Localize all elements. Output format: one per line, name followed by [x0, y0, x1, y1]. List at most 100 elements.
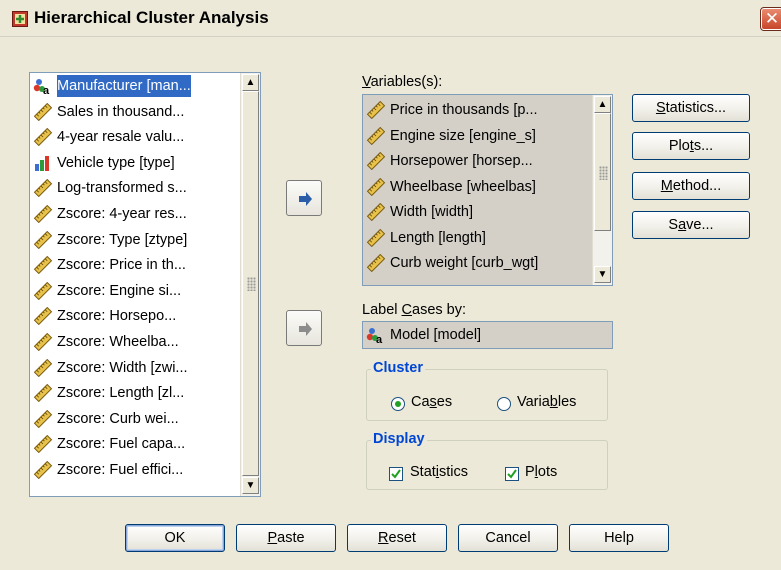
- paste-button[interactable]: Paste: [236, 524, 336, 552]
- list-item[interactable]: Zscore: Price in th...: [33, 254, 186, 276]
- variables-list[interactable]: Price in thousands [p... Engine size [eng…: [362, 94, 613, 286]
- scale-ruler-icon: [33, 205, 53, 223]
- list-item-label: Zscore: Price in th...: [57, 257, 186, 274]
- list-item[interactable]: Zscore: Width [zwi...: [33, 357, 188, 379]
- scroll-down-button[interactable]: ▼: [242, 477, 259, 494]
- scroll-up-button[interactable]: ▲: [242, 74, 259, 91]
- scale-ruler-icon: [33, 435, 53, 454]
- cases-radio-label[interactable]: Cases: [411, 394, 452, 410]
- list-item-label: Length [length]: [390, 229, 486, 246]
- list-item[interactable]: Zscore: Curb wei...: [33, 408, 179, 430]
- list-item[interactable]: a Manufacturer [man...: [33, 75, 191, 97]
- list-item-label: Price in thousands [p...: [390, 102, 538, 118]
- scroll-thumb[interactable]: [242, 91, 259, 476]
- list-item[interactable]: Length [length]: [366, 227, 486, 249]
- scroll-thumb[interactable]: [594, 113, 611, 231]
- cases-radio[interactable]: [391, 397, 405, 411]
- nominal-string-icon: a: [366, 328, 383, 344]
- list-item-label: Zscore: Type [ztype]: [57, 231, 188, 248]
- scale-ruler-icon: [366, 203, 386, 221]
- list-item[interactable]: Zscore: Length [zl...: [33, 382, 184, 404]
- source-variable-list[interactable]: a Manufacturer [man... Sales in thousand..…: [29, 72, 261, 497]
- label-cases-value: Model [model]: [390, 327, 482, 343]
- list-item[interactable]: Zscore: Engine si...: [33, 280, 181, 302]
- check-icon: [391, 469, 401, 479]
- list-item[interactable]: Zscore: Type [ztype]: [33, 229, 187, 251]
- reset-button[interactable]: Reset: [347, 524, 447, 552]
- plots-checkbox-label[interactable]: Plots: [525, 464, 557, 480]
- move-to-label-cases-button[interactable]: [286, 310, 322, 346]
- variables-radio-label[interactable]: Variables: [517, 394, 576, 410]
- label-cases-field[interactable]: a Model [model]: [362, 321, 613, 349]
- scroll-down-button[interactable]: ▼: [594, 266, 611, 283]
- scale-ruler-icon: [366, 228, 386, 247]
- source-list-scrollbar[interactable]: ▲ ▼: [240, 73, 260, 496]
- scale-ruler-icon: [366, 254, 386, 272]
- app-icon: [12, 11, 28, 27]
- close-icon: ✕: [764, 9, 780, 28]
- list-item[interactable]: 4-year resale valu...: [33, 126, 184, 148]
- list-item[interactable]: Zscore: Horsepo...: [33, 305, 176, 327]
- method-button[interactable]: Method...: [632, 172, 750, 200]
- svg-text:a: a: [43, 85, 50, 95]
- list-item-label: Wheelbase [wheelbas]: [390, 178, 536, 195]
- scale-ruler-icon: [366, 177, 386, 196]
- list-item[interactable]: Horsepower [horsep...: [366, 150, 533, 172]
- scale-ruler-icon: [33, 333, 53, 351]
- variables-radio[interactable]: [497, 397, 511, 411]
- scale-ruler-icon: [33, 102, 53, 121]
- label-cases-label: Label Cases by:: [362, 302, 466, 318]
- plots-checkbox[interactable]: [505, 467, 519, 481]
- list-item[interactable]: Vehicle type [type]: [33, 152, 175, 174]
- list-item[interactable]: Zscore: 4-year res...: [33, 203, 187, 225]
- scale-ruler-icon: [33, 307, 53, 326]
- title-bar: Hierarchical Cluster Analysis ✕: [0, 0, 781, 37]
- cluster-group-title: Cluster: [371, 360, 425, 376]
- ordinal-bar-icon: [35, 155, 49, 171]
- move-to-variables-button[interactable]: [286, 180, 322, 216]
- scale-ruler-icon: [366, 101, 386, 119]
- ok-button[interactable]: OK: [125, 524, 225, 552]
- right-arrow-icon: [299, 192, 312, 206]
- list-item-label: Zscore: Width [zwi...: [57, 359, 188, 376]
- variables-label: Variables(s):: [362, 74, 443, 90]
- list-item[interactable]: Zscore: Wheelba...: [33, 331, 179, 353]
- scale-ruler-icon: [33, 384, 53, 403]
- variables-list-scrollbar[interactable]: ▲ ▼: [592, 95, 612, 285]
- list-item[interactable]: Log-transformed s...: [33, 177, 187, 199]
- list-item[interactable]: Price in thousands [p...: [366, 99, 538, 121]
- statistics-checkbox[interactable]: [389, 467, 403, 481]
- save-button[interactable]: Save...: [632, 211, 750, 239]
- scale-ruler-icon: [33, 230, 53, 249]
- list-item-label: Engine size [engine_s]: [390, 127, 536, 144]
- scroll-grip: [247, 277, 256, 291]
- list-item[interactable]: Zscore: Fuel effici...: [33, 459, 183, 481]
- scale-ruler-icon: [33, 128, 53, 147]
- plots-button[interactable]: Plots...: [632, 132, 750, 160]
- list-item[interactable]: Engine size [engine_s]: [366, 125, 536, 147]
- statistics-checkbox-label[interactable]: Statistics: [410, 464, 468, 480]
- scale-ruler-icon: [33, 281, 53, 300]
- list-item-label: Zscore: Length [zl...: [57, 385, 185, 402]
- statistics-button[interactable]: Statistics...: [632, 94, 750, 122]
- display-group: Display Statistics Plots: [366, 431, 608, 490]
- close-button[interactable]: ✕: [760, 7, 781, 31]
- list-item[interactable]: Sales in thousand...: [33, 101, 184, 123]
- list-item-label: Width [width]: [390, 204, 473, 220]
- display-group-title: Display: [371, 431, 427, 447]
- list-item[interactable]: Curb weight [curb_wgt]: [366, 252, 538, 274]
- cluster-group: Cluster Cases Variables: [366, 360, 608, 421]
- help-button[interactable]: Help: [569, 524, 669, 552]
- list-item[interactable]: Zscore: Fuel capa...: [33, 433, 185, 455]
- list-item-label: Vehicle type [type]: [57, 154, 175, 171]
- list-item[interactable]: Wheelbase [wheelbas]: [366, 176, 536, 198]
- list-item-label: Zscore: Engine si...: [57, 282, 182, 299]
- list-item-label: Log-transformed s...: [57, 180, 187, 197]
- scroll-up-button[interactable]: ▲: [594, 96, 611, 113]
- cancel-button[interactable]: Cancel: [458, 524, 558, 552]
- list-item[interactable]: Width [width]: [366, 201, 473, 223]
- label-cases-item[interactable]: a Model [model]: [366, 324, 481, 346]
- list-item-label: Horsepower [horsep...: [390, 153, 533, 169]
- window-title: Hierarchical Cluster Analysis: [34, 8, 269, 27]
- list-item-label: Zscore: Fuel capa...: [57, 436, 186, 453]
